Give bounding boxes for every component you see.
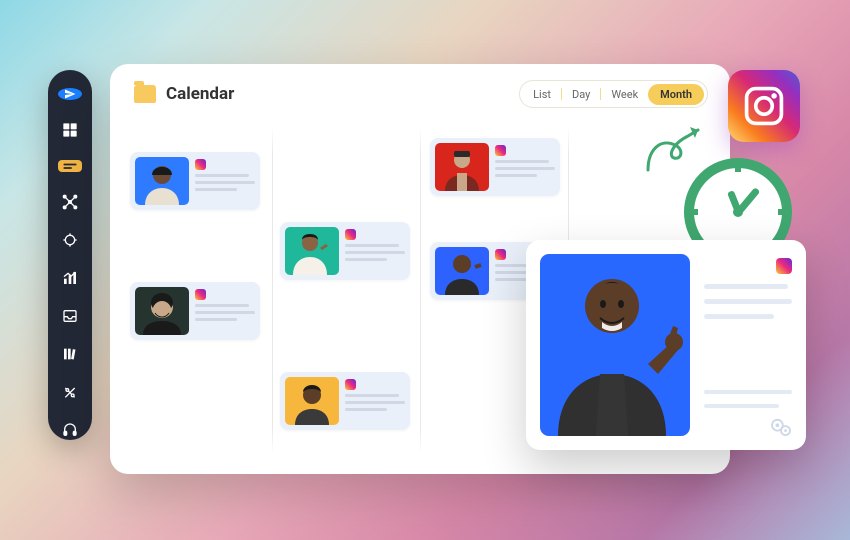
sidebar-nav	[48, 70, 92, 440]
tab-month[interactable]: Month	[648, 84, 704, 105]
instagram-icon	[345, 229, 356, 240]
post-card[interactable]	[130, 282, 260, 340]
page-title: Calendar	[166, 84, 234, 104]
nav-network-icon[interactable]	[60, 194, 80, 210]
instagram-icon	[495, 249, 506, 260]
gear-icon	[770, 418, 792, 436]
post-thumb	[135, 287, 189, 335]
popup-thumb	[540, 254, 690, 436]
post-card[interactable]	[280, 222, 410, 280]
post-thumb	[435, 247, 489, 295]
post-preview-popup	[526, 240, 806, 450]
folder-icon	[134, 85, 156, 103]
nav-dashboard-icon[interactable]	[60, 122, 80, 138]
instagram-icon	[776, 258, 792, 274]
post-thumb	[285, 377, 339, 425]
nav-inbox-icon[interactable]	[60, 308, 80, 324]
tab-day[interactable]: Day	[562, 88, 600, 101]
instagram-icon	[345, 379, 356, 390]
nav-calendar-icon[interactable]	[58, 160, 82, 172]
instagram-icon	[195, 159, 206, 170]
post-thumb	[285, 227, 339, 275]
instagram-icon	[495, 145, 506, 156]
nav-library-icon[interactable]	[60, 346, 80, 362]
post-card[interactable]	[130, 152, 260, 210]
post-card[interactable]	[430, 138, 560, 196]
post-card[interactable]	[280, 372, 410, 430]
tab-week[interactable]: Week	[601, 88, 648, 101]
instagram-app-icon	[728, 70, 800, 142]
tab-list[interactable]: List	[523, 88, 561, 101]
post-thumb	[135, 157, 189, 205]
nav-target-icon[interactable]	[60, 232, 80, 248]
nav-send-icon[interactable]	[58, 88, 82, 100]
nav-analytics-icon[interactable]	[60, 270, 80, 286]
nav-settings-icon[interactable]	[60, 384, 80, 400]
post-thumb	[435, 143, 489, 191]
nav-support-icon[interactable]	[60, 422, 80, 438]
instagram-icon	[195, 289, 206, 300]
view-switcher: List Day Week Month	[519, 80, 708, 108]
